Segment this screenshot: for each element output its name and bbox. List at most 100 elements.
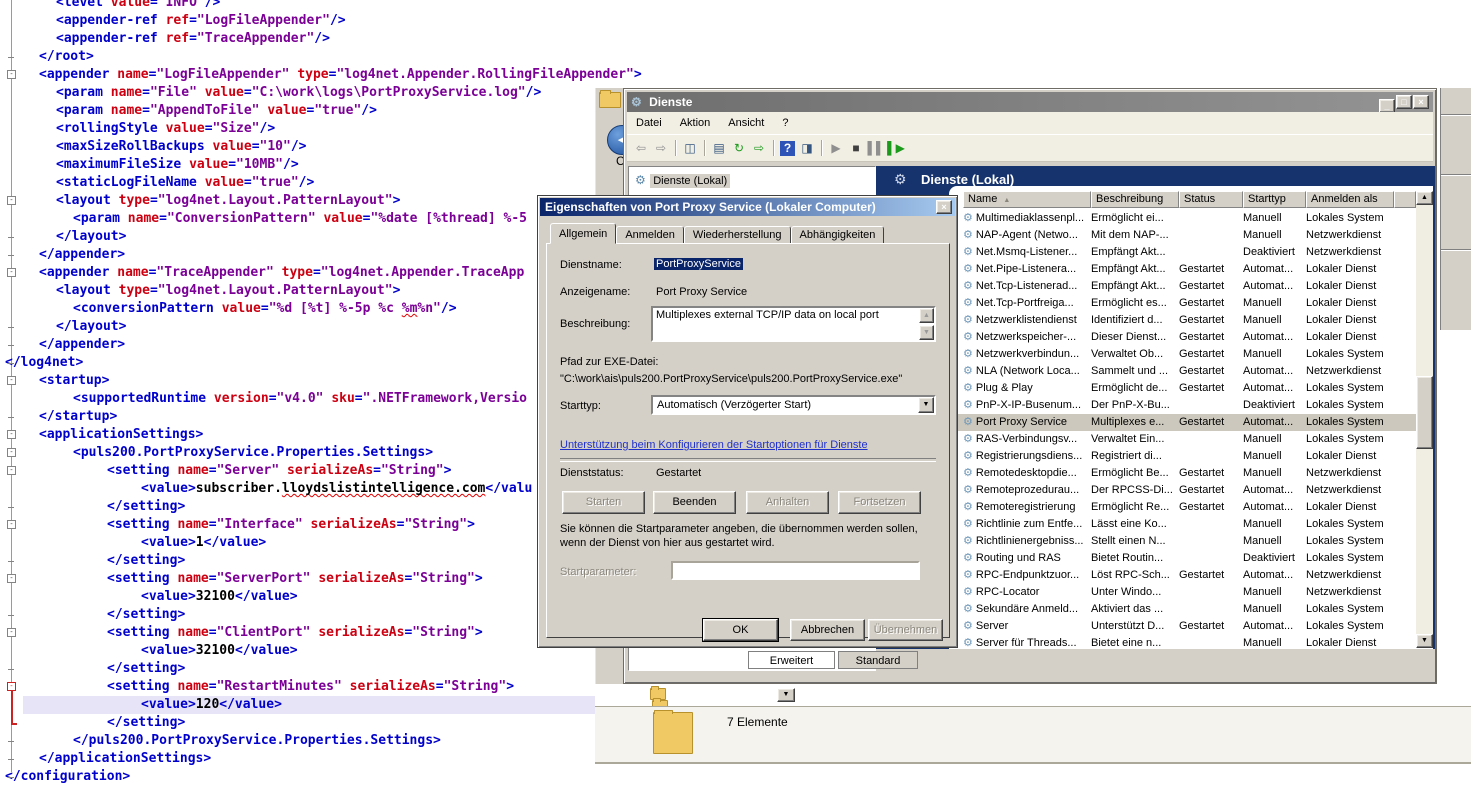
table-row[interactable]: ⚙RPC-Endpunktzuor...Löst RPC-Sch...Gesta… [949, 567, 1416, 584]
table-row[interactable]: ⚙Plug & PlayErmöglicht de...GestartetAut… [949, 380, 1416, 397]
scroll-down-icon[interactable]: ▼ [919, 325, 934, 340]
column-header-name[interactable]: Name▲ [963, 191, 1091, 208]
properties-icon[interactable]: ▤ [710, 140, 728, 157]
table-row[interactable]: ⚙Richtlinienergebniss...Stellt einen N..… [949, 533, 1416, 550]
tree-combo-arrow[interactable]: ▼ [777, 688, 795, 702]
column-header-starttyp[interactable]: Starttyp [1243, 191, 1306, 208]
stop-button[interactable]: Beenden [653, 491, 736, 514]
collapse-toggle[interactable]: - [7, 466, 16, 475]
restart-service-icon[interactable]: ▌▶ [887, 140, 905, 157]
table-row[interactable]: ⚙RPC-LocatorUnter Windo...ManuellNetzwer… [949, 584, 1416, 601]
table-row[interactable]: ⚙Remotedesktopdie...Ermöglicht Be...Gest… [949, 465, 1416, 482]
tab-anmelden[interactable]: Anmelden [616, 226, 684, 244]
collapse-toggle[interactable]: - [7, 268, 16, 277]
scrollbar-thumb[interactable] [1416, 376, 1433, 449]
collapse-toggle-changed[interactable]: - [7, 682, 16, 691]
table-row[interactable]: ⚙PnP-X-IP-Busenum...Der PnP-X-Bu...Deakt… [949, 397, 1416, 414]
tab-allgemein[interactable]: Allgemein [550, 223, 616, 244]
description-label: Beschreibung: [560, 318, 630, 330]
view-tab-standard[interactable]: Standard [838, 651, 918, 669]
table-row[interactable]: ⚙Registrierungsdiens...Registriert di...… [949, 448, 1416, 465]
start-service-icon[interactable]: ▶ [827, 140, 845, 157]
show-console-tree-icon[interactable]: ◫ [681, 140, 699, 157]
cell: Lokaler Dienst [1306, 295, 1394, 312]
scroll-up-icon[interactable]: ▲ [919, 308, 934, 323]
view-tab-erweitert[interactable]: Erweitert [748, 651, 835, 669]
apply-button[interactable]: Übernehmen [868, 619, 943, 641]
tab-wiederherstellung[interactable]: Wiederherstellung [684, 226, 791, 244]
scrollbar-down-button[interactable]: ▼ [1416, 634, 1433, 648]
tree-item-dienste-lokal[interactable]: ⚙ Dienste (Lokal) [629, 167, 875, 189]
table-row[interactable]: ⚙RAS-Verbindungsv...Verwaltet Ein...Manu… [949, 431, 1416, 448]
table-row[interactable]: ⚙Net.Msmq-Listener...Empfängt Akt...Deak… [949, 244, 1416, 261]
description-box[interactable]: Multiplexes external TCP/IP data on loca… [651, 306, 936, 342]
scrollbar-up-button[interactable]: ▲ [1416, 191, 1433, 205]
table-row[interactable]: ⚙Routing und RASBietet Routin...Deaktivi… [949, 550, 1416, 567]
export-list-icon[interactable]: ⇨ [750, 140, 768, 157]
minimize-button[interactable]: _ [1379, 99, 1395, 113]
pause-service-icon[interactable]: ▌▌ [867, 140, 885, 157]
stop-service-icon[interactable]: ■ [847, 140, 865, 157]
pause-button[interactable]: Anhalten [746, 491, 829, 514]
table-row[interactable]: ⚙Sekundäre Anmeld...Aktiviert das ...Man… [949, 601, 1416, 618]
outline-tick [8, 777, 14, 778]
services-window-titlebar[interactable]: ⚙ Dienste _ □ × [627, 92, 1433, 112]
resume-button[interactable]: Fortsetzen [838, 491, 921, 514]
table-row[interactable]: ⚙NLA (Network Loca...Sammelt und ...Gest… [949, 363, 1416, 380]
cell: Manuell [1243, 346, 1306, 363]
menu-item-datei[interactable]: Datei [627, 112, 671, 134]
table-row[interactable]: ⚙Richtlinie zum Entfe...Lässt eine Ko...… [949, 516, 1416, 533]
cancel-button[interactable]: Abbrechen [790, 619, 865, 641]
dialog-tabs: AllgemeinAnmeldenWiederherstellungAbhäng… [550, 223, 884, 244]
table-row[interactable]: ⚙NetzwerklistendienstIdentifiziert d...G… [949, 312, 1416, 329]
collapse-toggle[interactable]: - [7, 430, 16, 439]
collapse-toggle[interactable]: - [7, 196, 16, 205]
table-row[interactable]: ⚙Net.Tcp-Listenerad...Empfängt Akt...Ges… [949, 278, 1416, 295]
tab-abhängigkeiten[interactable]: Abhängigkeiten [791, 226, 885, 244]
collapse-toggle[interactable]: - [7, 628, 16, 637]
table-row[interactable]: ⚙Multimediaklassenpl...Ermöglicht ei...M… [949, 210, 1416, 227]
column-header-anmeldenals[interactable]: Anmelden als [1306, 191, 1394, 208]
forward-icon[interactable]: ⇨ [652, 140, 670, 157]
maximize-button[interactable]: □ [1396, 95, 1412, 109]
help-icon[interactable]: ? [780, 141, 795, 156]
dialog-titlebar[interactable]: Eigenschaften von Port Proxy Service (Lo… [540, 198, 955, 216]
menu-item-ansicht[interactable]: Ansicht [719, 112, 773, 134]
table-row[interactable]: ⚙Remoteprozedurau...Der RPCSS-Di...Gesta… [949, 482, 1416, 499]
close-button[interactable]: × [1413, 95, 1429, 109]
menu-item-?[interactable]: ? [773, 112, 797, 134]
column-header-status[interactable]: Status [1179, 191, 1243, 208]
table-row[interactable]: ⚙NAP-Agent (Netwo...Mit dem NAP-...Manue… [949, 227, 1416, 244]
table-row[interactable]: ⚙ServerUnterstützt D...GestartetAutomat.… [949, 618, 1416, 635]
cell: Gestartet [1179, 567, 1243, 584]
taskpad-view-icon[interactable]: ◨ [798, 140, 816, 157]
collapse-toggle[interactable]: - [7, 574, 16, 583]
table-row[interactable]: ⚙Port Proxy ServiceMultiplexes e...Gesta… [949, 414, 1416, 431]
service-gear-icon: ⚙ [963, 637, 973, 649]
startparams-input[interactable] [671, 561, 920, 580]
table-row[interactable]: ⚙RemoteregistrierungErmöglicht Re...Gest… [949, 499, 1416, 516]
table-row[interactable]: ⚙Net.Pipe-Listenera...Empfängt Akt...Ges… [949, 261, 1416, 278]
back-icon[interactable]: ⇦ [632, 140, 650, 157]
column-header-beschreibung[interactable]: Beschreibung [1091, 191, 1179, 208]
start-button[interactable]: Starten [562, 491, 645, 514]
collapse-toggle[interactable]: - [7, 520, 16, 529]
menu-item-aktion[interactable]: Aktion [671, 112, 720, 134]
table-row[interactable]: ⚙Netzwerkspeicher-...Dieser Dienst...Ges… [949, 329, 1416, 346]
chevron-down-icon[interactable]: ▼ [918, 397, 934, 413]
starttype-combobox[interactable]: Automatisch (Verzögerter Start) ▼ [651, 395, 936, 415]
table-row[interactable]: ⚙Netzwerkverbindun...Verwaltet Ob...Gest… [949, 346, 1416, 363]
code-line: <applicationSettings> [39, 426, 203, 444]
service-name-value[interactable]: PortProxyService [654, 258, 743, 270]
table-row[interactable]: ⚙Net.Tcp-Portfreiga...Ermöglicht es...Ge… [949, 295, 1416, 312]
startup-options-link[interactable]: Unterstützung beim Konfigurieren der Sta… [560, 439, 868, 451]
ok-button[interactable]: OK [703, 619, 778, 641]
refresh-icon[interactable]: ↻ [730, 140, 748, 157]
close-icon[interactable]: × [936, 200, 952, 214]
table-row[interactable]: ⚙Server für Threads...Bietet eine n...Ma… [949, 635, 1416, 649]
cell: Gestartet [1179, 278, 1243, 295]
service-gear-icon: ⚙ [963, 501, 973, 513]
collapse-toggle[interactable]: - [7, 448, 16, 457]
collapse-toggle[interactable]: - [7, 70, 16, 79]
collapse-toggle[interactable]: - [7, 376, 16, 385]
